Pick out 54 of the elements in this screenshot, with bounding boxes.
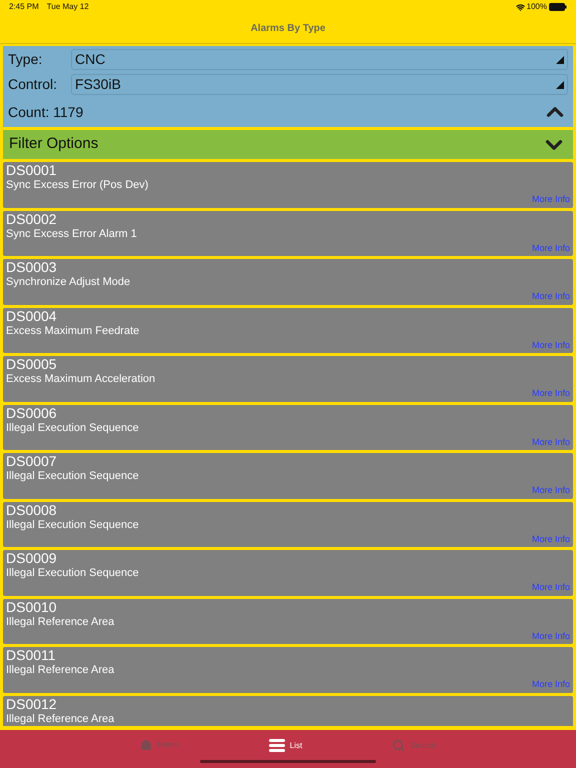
status-date: Tue May 12 — [46, 1, 89, 13]
battery-icon — [549, 3, 567, 11]
dropdown-triangle-icon — [556, 80, 564, 88]
battery-percent: 100% — [526, 1, 547, 13]
alarm-card[interactable]: DS0004 Excess Maximum Feedrate More Info — [3, 308, 573, 353]
alarm-description: Illegal Execution Sequence — [6, 469, 140, 483]
alarm-description: Synchronize Adjust Mode — [6, 275, 132, 289]
alarm-card[interactable]: DS0009 Illegal Execution Sequence More Info — [3, 550, 573, 596]
page-title: Alarms By Type — [250, 22, 326, 36]
alarm-code: DS0012 — [6, 696, 58, 712]
alarm-code: DS0004 — [6, 308, 58, 324]
dropdown-field[interactable]: CNC — [71, 49, 568, 70]
alarm-code: DS0002 — [6, 210, 58, 226]
alarm-description: Illegal Reference Area — [6, 712, 116, 726]
alarm-description: Illegal Execution Sequence — [6, 420, 140, 434]
alarm-card[interactable]: DS0007 Illegal Execution Sequence More Info — [3, 453, 573, 498]
alarm-card[interactable]: DS0006 Illegal Execution Sequence More Info — [3, 404, 573, 450]
alarm-description: Illegal Execution Sequence — [6, 566, 140, 580]
alarm-description: Illegal Reference Area — [6, 614, 116, 628]
alarm-code: DS0008 — [6, 502, 58, 518]
alarm-card[interactable]: DS0012 Illegal Reference Area — [3, 696, 573, 726]
home-icon — [140, 739, 152, 751]
alarm-description: Sync Excess Error (Pos Dev) — [6, 178, 150, 192]
count-label: Count: 1179 — [8, 102, 84, 122]
alarm-description: Sync Excess Error Alarm 1 — [6, 226, 138, 240]
alarm-description: Excess Maximum Acceleration — [6, 372, 156, 386]
dropdown-field[interactable]: FS30iB — [71, 74, 568, 95]
field-label: Control: — [8, 75, 58, 94]
alarm-card[interactable]: DS0010 Illegal Reference Area More Info — [3, 598, 573, 644]
list-icon — [268, 739, 285, 752]
field-label: Type: — [8, 50, 44, 69]
alarm-description: Excess Maximum Feedrate — [6, 324, 140, 338]
alarm-description: Illegal Execution Sequence — [6, 518, 140, 532]
alarm-code: DS0011 — [6, 647, 57, 663]
tab-item[interactable]: List — [268, 739, 302, 752]
alarm-card[interactable]: DS0001 Sync Excess Error (Pos Dev) More Info — [3, 162, 573, 208]
status-time: 2:45 PM — [9, 1, 39, 13]
dropdown-triangle-icon — [556, 56, 564, 64]
alarm-description: Illegal Reference Area — [6, 663, 116, 677]
alarm-card[interactable]: DS0003 Synchronize Adjust Mode More Info — [3, 259, 573, 304]
alarm-code: DS0001 — [6, 162, 58, 178]
search-icon — [392, 739, 406, 752]
alarm-code: DS0010 — [6, 598, 58, 614]
alarm-code: DS0005 — [6, 356, 58, 372]
filter-options-bar[interactable]: Filter Options — [3, 130, 573, 159]
alarm-card[interactable]: DS0011 Illegal Reference Area More Info — [3, 647, 573, 692]
alarm-card[interactable]: DS0005 Excess Maximum Acceleration More Info — [3, 356, 573, 402]
alarm-code: DS0009 — [6, 550, 58, 566]
alarm-card[interactable]: DS0008 Illegal Execution Sequence More Info — [3, 502, 573, 547]
alarm-code: DS0007 — [6, 453, 58, 469]
alarm-card[interactable]: DS0002 Sync Excess Error Alarm 1 More Info — [3, 210, 573, 256]
alarm-code: DS0006 — [6, 404, 58, 420]
alarm-code: DS0003 — [6, 259, 58, 275]
wifi-icon — [516, 2, 525, 12]
